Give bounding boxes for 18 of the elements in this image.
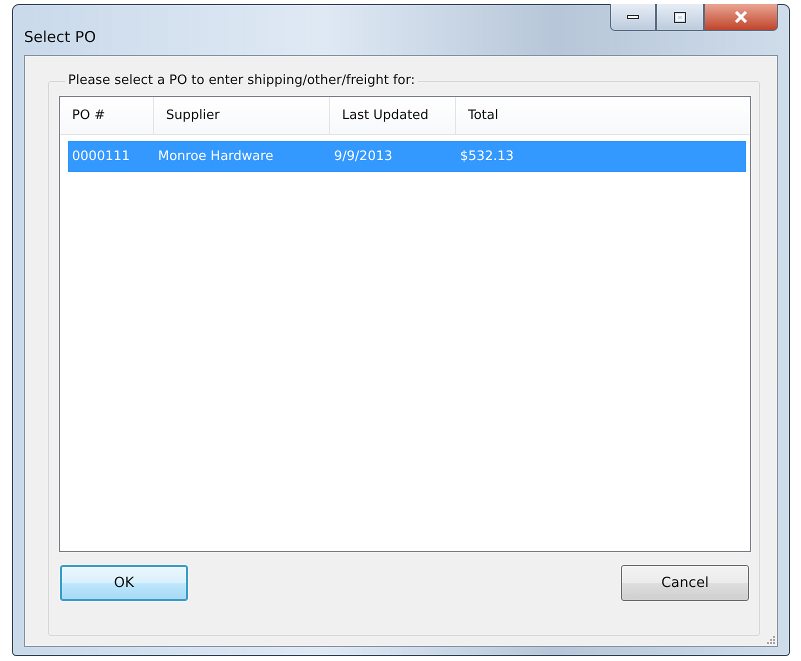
window-title: Select PO — [24, 28, 96, 46]
minimize-button[interactable] — [610, 4, 656, 31]
maximize-icon — [674, 12, 686, 22]
column-header[interactable]: Supplier — [154, 97, 330, 134]
table-cell-text: $532.13 — [459, 148, 515, 166]
column-header[interactable]: Last Updated — [330, 97, 456, 134]
table-cell-text: Monroe Hardware — [157, 148, 274, 166]
group-label: Please select a PO to enter shipping/other/freight for: — [65, 73, 418, 88]
table-cell-text: 9/9/2013 — [333, 148, 394, 166]
close-icon — [734, 11, 748, 23]
close-button[interactable] — [704, 4, 778, 31]
table-cell-text: 0000111 — [71, 148, 131, 166]
resize-grip-icon[interactable] — [766, 635, 775, 644]
minimize-icon — [627, 14, 639, 20]
ok-button[interactable]: OK — [60, 565, 188, 601]
column-header[interactable]: PO # — [60, 97, 154, 134]
maximize-button[interactable] — [656, 4, 704, 31]
cancel-button[interactable]: Cancel — [621, 565, 749, 601]
